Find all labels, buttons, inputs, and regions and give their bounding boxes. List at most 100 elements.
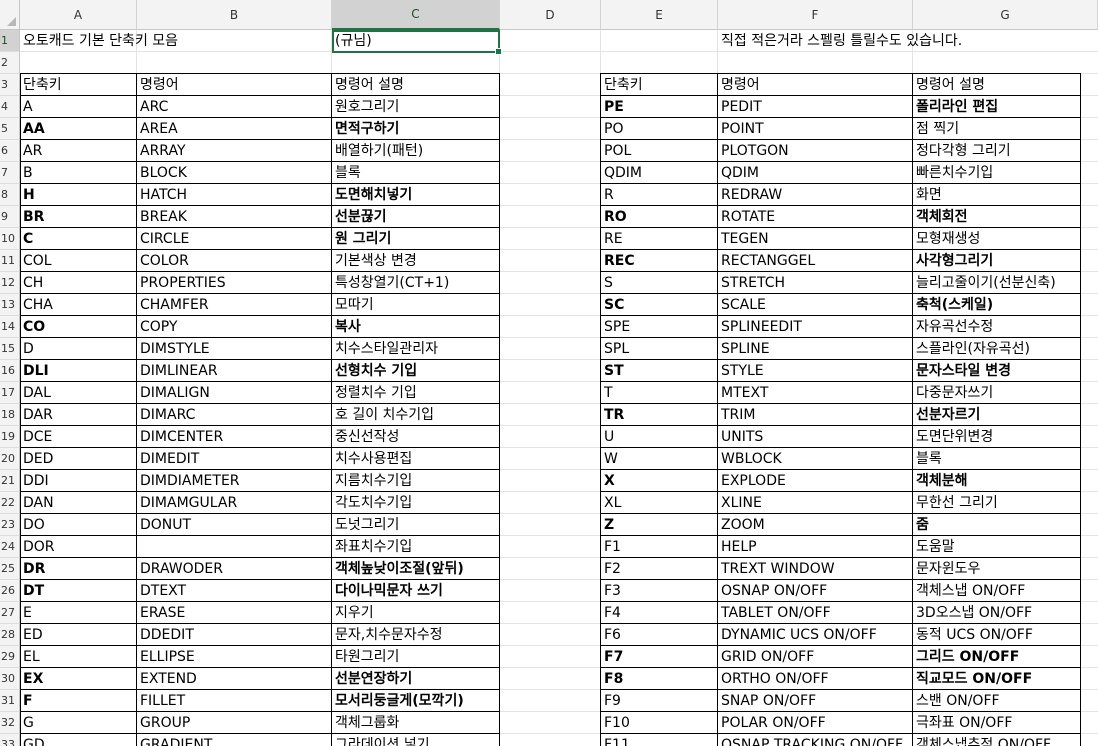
right-shortcut-cell[interactable]: TR — [601, 404, 718, 426]
left-command-cell[interactable]: CHAMFER — [137, 294, 332, 316]
left-description-cell[interactable]: 원호그리기 — [332, 96, 500, 118]
left-shortcut-cell[interactable]: COL — [20, 250, 137, 272]
right-shortcut-cell[interactable]: F11 — [601, 734, 718, 746]
left-shortcut-cell[interactable]: G — [20, 712, 137, 734]
left-description-cell[interactable]: 도넛그리기 — [332, 514, 500, 536]
row-header[interactable]: 9 — [0, 206, 20, 228]
left-description-cell[interactable]: 지우기 — [332, 602, 500, 624]
right-shortcut-cell[interactable]: SPE — [601, 316, 718, 338]
right-description-cell[interactable]: 다중문자쓰기 — [913, 382, 1098, 404]
left-shortcut-cell[interactable]: CO — [20, 316, 137, 338]
left-command-cell[interactable]: ARC — [137, 96, 332, 118]
left-shortcut-cell[interactable]: EX — [20, 668, 137, 690]
left-description-cell[interactable]: 그라데이션 넣기 — [332, 734, 500, 746]
left-command-cell[interactable]: COPY — [137, 316, 332, 338]
row-header[interactable]: 1 — [0, 30, 20, 52]
row-header[interactable]: 20 — [0, 448, 20, 470]
left-command-cell[interactable]: GRADIENT — [137, 734, 332, 746]
row-header[interactable]: 21 — [0, 470, 20, 492]
right-shortcut-cell[interactable]: PE — [601, 96, 718, 118]
right-shortcut-cell[interactable]: SPL — [601, 338, 718, 360]
row-header[interactable]: 22 — [0, 492, 20, 514]
left-shortcut-cell[interactable]: DAN — [20, 492, 137, 514]
right-shortcut-cell[interactable]: SC — [601, 294, 718, 316]
column-header-c[interactable]: C — [332, 0, 500, 30]
right-command-cell[interactable]: TEGEN — [718, 228, 913, 250]
right-shortcut-cell[interactable]: F4 — [601, 602, 718, 624]
left-shortcut-cell[interactable]: E — [20, 602, 137, 624]
left-command-cell[interactable]: DTEXT — [137, 580, 332, 602]
left-description-cell[interactable]: 중신선작성 — [332, 426, 500, 448]
left-description-cell[interactable]: 좌표치수기입 — [332, 536, 500, 558]
left-command-cell[interactable]: BREAK — [137, 206, 332, 228]
row-header[interactable]: 2 — [0, 52, 20, 74]
table-header-cell[interactable]: 단축키 — [20, 74, 137, 96]
row-header[interactable]: 14 — [0, 316, 20, 338]
right-command-cell[interactable]: XLINE — [718, 492, 913, 514]
table-header-cell[interactable]: 명령어 설명 — [332, 74, 500, 96]
right-shortcut-cell[interactable]: F6 — [601, 624, 718, 646]
right-description-cell[interactable]: 스플라인(자유곡선) — [913, 338, 1098, 360]
left-command-cell[interactable]: DIMEDIT — [137, 448, 332, 470]
row-header[interactable]: 23 — [0, 514, 20, 536]
note-cell[interactable]: 직접 적은거라 스펠링 틀릴수도 있습니다. — [718, 30, 962, 52]
active-cell-selection[interactable] — [332, 30, 502, 55]
left-description-cell[interactable]: 모따기 — [332, 294, 500, 316]
left-shortcut-cell[interactable]: DCE — [20, 426, 137, 448]
left-description-cell[interactable]: 치수사용편집 — [332, 448, 500, 470]
right-description-cell[interactable]: 3D오스냅 ON/OFF — [913, 602, 1098, 624]
spreadsheet[interactable]: A B C D E F G 1 2 3 4 5 6 7 8 9 10 11 12 13 14 15 16 17 18 19 20 21… — [0, 0, 1098, 746]
left-command-cell[interactable]: DIMALIGN — [137, 382, 332, 404]
right-description-cell[interactable]: 정다각형 그리기 — [913, 140, 1098, 162]
right-description-cell[interactable]: 블록 — [913, 448, 1098, 470]
right-command-cell[interactable]: POLAR ON/OFF — [718, 712, 913, 734]
left-command-cell[interactable]: CIRCLE — [137, 228, 332, 250]
right-description-cell[interactable]: 객체스냅추적 ON/OFF — [913, 734, 1098, 746]
right-shortcut-cell[interactable]: PO — [601, 118, 718, 140]
left-shortcut-cell[interactable]: C — [20, 228, 137, 250]
left-description-cell[interactable]: 복사 — [332, 316, 500, 338]
right-shortcut-cell[interactable]: S — [601, 272, 718, 294]
left-command-cell[interactable]: GROUP — [137, 712, 332, 734]
right-command-cell[interactable]: DYNAMIC UCS ON/OFF — [718, 624, 913, 646]
right-description-cell[interactable]: 줌 — [913, 514, 1098, 536]
left-command-cell[interactable]: PROPERTIES — [137, 272, 332, 294]
right-description-cell[interactable]: 문자스타일 변경 — [913, 360, 1098, 382]
right-command-cell[interactable]: ROTATE — [718, 206, 913, 228]
right-shortcut-cell[interactable]: F2 — [601, 558, 718, 580]
column-header-f[interactable]: F — [718, 0, 913, 30]
left-shortcut-cell[interactable]: DED — [20, 448, 137, 470]
left-description-cell[interactable]: 타원그리기 — [332, 646, 500, 668]
left-shortcut-cell[interactable]: B — [20, 162, 137, 184]
left-command-cell[interactable]: ARRAY — [137, 140, 332, 162]
left-description-cell[interactable]: 도면해치넣기 — [332, 184, 500, 206]
left-description-cell[interactable]: 특성창열기(CT+1) — [332, 272, 500, 294]
right-description-cell[interactable]: 그리드 ON/OFF — [913, 646, 1098, 668]
left-shortcut-cell[interactable]: A — [20, 96, 137, 118]
left-shortcut-cell[interactable]: DR — [20, 558, 137, 580]
right-command-cell[interactable]: HELP — [718, 536, 913, 558]
right-shortcut-cell[interactable]: T — [601, 382, 718, 404]
right-description-cell[interactable]: 극좌표 ON/OFF — [913, 712, 1098, 734]
row-header[interactable]: 25 — [0, 558, 20, 580]
left-command-cell[interactable]: ERASE — [137, 602, 332, 624]
left-shortcut-cell[interactable]: GD — [20, 734, 137, 746]
left-shortcut-cell[interactable]: ED — [20, 624, 137, 646]
row-header[interactable]: 33 — [0, 734, 20, 746]
row-header[interactable]: 3 — [0, 74, 20, 96]
left-description-cell[interactable]: 선형치수 기입 — [332, 360, 500, 382]
left-command-cell[interactable]: AREA — [137, 118, 332, 140]
left-description-cell[interactable]: 기본색상 변경 — [332, 250, 500, 272]
table-header-cell[interactable]: 명령어 — [718, 74, 913, 96]
left-description-cell[interactable]: 호 길이 치수기입 — [332, 404, 500, 426]
left-description-cell[interactable]: 블록 — [332, 162, 500, 184]
right-description-cell[interactable]: 직교모드 ON/OFF — [913, 668, 1098, 690]
right-description-cell[interactable]: 객체스냅 ON/OFF — [913, 580, 1098, 602]
right-command-cell[interactable]: UNITS — [718, 426, 913, 448]
left-description-cell[interactable]: 선분끊기 — [332, 206, 500, 228]
right-description-cell[interactable]: 도면단위변경 — [913, 426, 1098, 448]
row-header[interactable]: 27 — [0, 602, 20, 624]
right-command-cell[interactable]: OSNAP ON/OFF — [718, 580, 913, 602]
right-command-cell[interactable]: TRIM — [718, 404, 913, 426]
left-command-cell[interactable]: DDEDIT — [137, 624, 332, 646]
